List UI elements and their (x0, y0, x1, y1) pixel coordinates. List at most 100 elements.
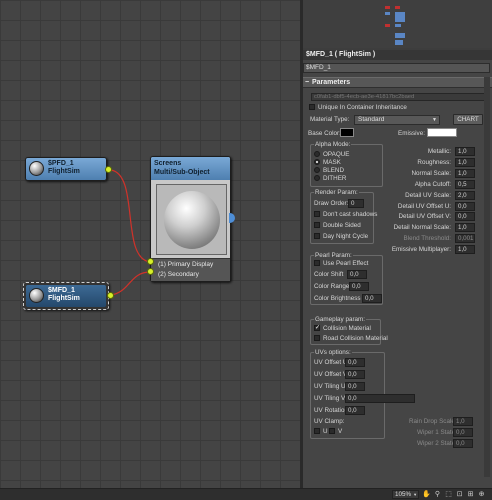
unique-inheritance-checkbox[interactable]: Unique In Container Inheritance (309, 104, 407, 111)
node-pfd[interactable]: $PFD_1 FlightSim (25, 157, 107, 181)
parameters-rollout[interactable]: Parameters (303, 77, 492, 88)
zoom-icon[interactable]: ⚲ (433, 490, 442, 499)
param-label: Blend Threshold: (403, 235, 452, 243)
road-collision-material-checkbox[interactable]: Road Collision Material (314, 335, 388, 342)
uvs-options-group: UVs options: UV Offset U: 0,0 UV Offset … (310, 349, 415, 439)
draw-order-spinner[interactable]: 0 (348, 199, 364, 208)
uv-clamp-v-checkbox[interactable]: V (329, 428, 342, 435)
param-label: Detail Normal Scale: (393, 224, 451, 232)
use-pearl-effect-checkbox[interactable]: Use Pearl Effect (314, 260, 368, 267)
uv-offset-v-label: UV Offset V: (314, 371, 349, 378)
status-bar: 105% ▼ ✋ ⚲ ⬚ ⊡ ⊞ ⊕ (0, 488, 492, 500)
color-shift-spinner[interactable]: 0,0 (347, 270, 367, 279)
guid-field[interactable]: c0fab1-dbf5-4ecb-ae3e-41817bc2baed (311, 93, 489, 101)
param-spinner[interactable]: 0,0 (455, 201, 475, 211)
param-spinner[interactable]: 1,0 (455, 147, 475, 156)
emissive-swatch[interactable] (427, 128, 457, 137)
spinner-value: 0,0 (350, 271, 359, 278)
param-label: Roughness: (417, 158, 451, 166)
frame-selected-icon[interactable]: ⊞ (466, 490, 475, 499)
uvs-options-title: UVs options: (314, 349, 352, 356)
spinner-value: 1,0 (456, 418, 465, 425)
uv-clamp-u-checkbox[interactable]: U (314, 428, 328, 435)
material-preview (156, 184, 227, 255)
alpha-opaque-radio[interactable]: OPAQUE (314, 151, 349, 158)
zoom-field[interactable]: 105% ▼ (392, 490, 419, 499)
uv-offset-u-spinner[interactable]: 0,0 (345, 358, 365, 367)
node-title: $PFD_1 (48, 160, 74, 167)
spinner-value: 0,0 (352, 283, 361, 290)
param-label: Detail UV Offset V: (398, 213, 452, 221)
spinner-value: 0,0 (456, 429, 465, 436)
spinner-value: 0,0 (365, 295, 374, 302)
param-label: Alpha Cutoff: (414, 180, 451, 188)
panel-scrollbar[interactable] (484, 77, 490, 477)
check-label: Double Sided (323, 222, 361, 229)
day-night-cycle-checkbox[interactable]: Day Night Cycle (314, 233, 368, 240)
check-mark-icon: ✓ (314, 325, 321, 332)
zoom-value: 105% (395, 491, 412, 498)
material-preview-icon (29, 288, 44, 303)
dont-cast-shadows-checkbox[interactable]: Don't cast shadows (314, 211, 377, 218)
uv-tiling-u-spinner[interactable]: 0,0 (345, 382, 365, 391)
param-label: Normal Scale: (411, 169, 451, 177)
material-name-field[interactable]: $MFD_1 (303, 63, 490, 73)
color-brightness-spinner[interactable]: 0,0 (362, 294, 382, 303)
check-label: Day Night Cycle (323, 233, 369, 240)
output-port-mfd[interactable] (107, 292, 114, 299)
material-preview-icon (29, 161, 44, 176)
uv-offset-u-label: UV Offset U: (314, 359, 350, 366)
alpha-mask-radio[interactable]: MASK (314, 159, 341, 166)
node-mfd[interactable]: $MFD_1 FlightSim (23, 282, 109, 310)
double-sided-checkbox[interactable]: Double Sided (314, 222, 361, 229)
alpha-blend-radio[interactable]: BLEND (314, 167, 344, 174)
wiper2-state-spinner[interactable]: 0,0 (453, 439, 473, 448)
param-spinner[interactable]: 1,0 (455, 245, 475, 255)
uv-rotation-spinner[interactable]: 0,0 (345, 406, 365, 415)
check-label: Use Pearl Effect (323, 260, 369, 267)
zoom-region-icon[interactable]: ⬚ (444, 490, 453, 499)
spinner-value: 1,0 (458, 158, 467, 166)
collision-material-checkbox[interactable]: ✓ Collision Material (314, 325, 371, 332)
wiper1-state-label: Wiper 1 State: (417, 429, 457, 436)
gameplay-param-group: Gameplay param: ✓ Collision Material Road… (310, 316, 388, 345)
param-spinner[interactable]: 1,0 (455, 168, 475, 178)
output-port-pfd[interactable] (105, 166, 112, 173)
chart-button[interactable]: CHART (453, 114, 483, 125)
wiper1-state-spinner[interactable]: 0,0 (453, 428, 473, 437)
input-port-slot2[interactable] (147, 268, 154, 275)
param-label: Emissive Multiplayer: (391, 246, 451, 254)
param-spinner[interactable]: 0,001 (455, 234, 475, 244)
spinner-value: 0,0 (458, 213, 467, 221)
rain-drop-scale-spinner[interactable]: 1,0 (453, 417, 473, 426)
material-type-select[interactable]: Standard ▼ (354, 115, 440, 125)
radio-label: MASK (323, 159, 341, 166)
node-subtitle: FlightSim (48, 295, 80, 302)
uv-offset-v-spinner[interactable]: 0,0 (345, 370, 365, 379)
spinner-value: 0,0 (348, 371, 357, 378)
color-range-spinner[interactable]: 0,0 (349, 282, 369, 291)
base-color-swatch[interactable] (340, 128, 354, 137)
navigator-minimap[interactable] (303, 0, 492, 48)
maximize-icon[interactable]: ⊕ (477, 490, 486, 499)
emissive-label: Emissive: (398, 130, 425, 137)
draw-order-label: Draw Order: (314, 200, 349, 207)
check-label: Don't cast shadows (323, 211, 378, 218)
param-spinner[interactable]: 0,5 (455, 179, 475, 189)
alpha-dither-radio[interactable]: DITHER (314, 175, 346, 182)
input-port-slot1[interactable] (147, 258, 154, 265)
zoom-extents-icon[interactable]: ⊡ (455, 490, 464, 499)
node-editor-canvas[interactable]: $PFD_1 FlightSim $MFD_1 FlightSim Screen… (0, 0, 300, 488)
material-parameter-panel: $MFD_1 ( FlightSim ) $MFD_1 Parameters c… (303, 50, 492, 488)
spinner-value: 0,0 (348, 395, 357, 402)
param-spinner[interactable]: 1,0 (455, 157, 475, 167)
node-screens[interactable]: Screens Multi/Sub-Object (1) Primary Dis… (150, 156, 231, 282)
preview-sphere-icon (164, 191, 220, 249)
uv-tiling-v-spinner[interactable]: 0,0 (345, 394, 415, 403)
param-spinner[interactable]: 1,0 (455, 223, 475, 233)
check-label: U (323, 428, 328, 435)
param-spinner[interactable]: 0,0 (455, 212, 475, 222)
pan-hand-icon[interactable]: ✋ (422, 490, 431, 499)
param-spinner[interactable]: 2,0 (455, 190, 475, 200)
param-label: Metallic: (427, 148, 451, 155)
